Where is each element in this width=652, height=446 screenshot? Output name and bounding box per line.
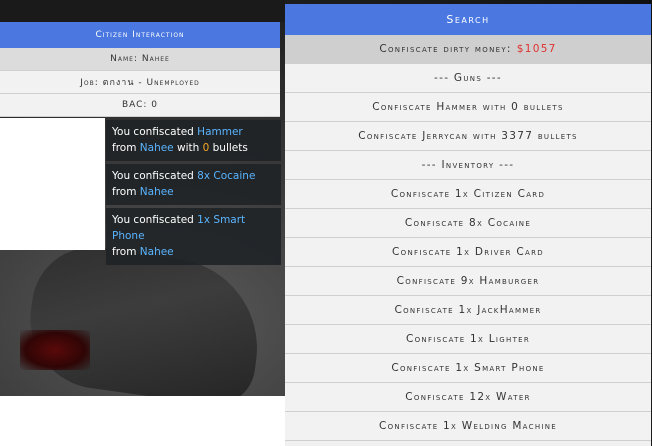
notification-item: You confiscated Hammer from Nahee with 0… [106, 120, 281, 161]
notification-item-name: Hammer [197, 126, 243, 138]
money-amount: $1057 [516, 43, 557, 55]
notification-text: from [112, 142, 140, 154]
confiscate-item[interactable]: Confiscate 1x Welding Machine [285, 412, 651, 441]
citizen-interaction-menu: Citizen Interaction Name: Nahee Job: ตกง… [0, 22, 280, 117]
confiscate-item[interactable]: Confiscate 1x Citizen Card [285, 180, 651, 209]
citizen-menu-title: Citizen Interaction [0, 22, 280, 48]
scene-top-strip [0, 0, 285, 22]
search-menu-title: Search [285, 4, 651, 35]
confiscate-money-item[interactable]: Confiscate dirty money: $1057 [285, 35, 651, 64]
search-menu: Search Confiscate dirty money: $1057 --- … [285, 4, 651, 446]
citizen-job-item[interactable]: Job: ตกงาน - Unemployed [0, 71, 280, 94]
citizen-name-item[interactable]: Name: Nahee [0, 48, 280, 71]
confiscate-item[interactable]: Confiscate 1x Lighter [285, 325, 651, 354]
confiscate-item[interactable]: Confiscate Jerrycan with 3377 bullets [285, 122, 651, 151]
money-label: Confiscate dirty money: [379, 43, 512, 55]
blood-pool [20, 330, 90, 370]
notification-target-name: Nahee [139, 142, 174, 154]
confiscate-item[interactable]: Confiscate 9x Hamburger [285, 267, 651, 296]
confiscate-item[interactable]: Confiscate 1x Driver Card [285, 238, 651, 267]
notification-target-name: Nahee [139, 246, 174, 258]
confiscate-item[interactable]: Confiscate Hammer with 0 bullets [285, 93, 651, 122]
notification-text: You confiscated [112, 170, 198, 182]
notification-item: You confiscated 8x Cocaine from Nahee [106, 164, 281, 205]
confiscate-item[interactable]: Confiscate 1x Smart Phone [285, 354, 651, 383]
section-header-guns: --- Guns --- [285, 64, 651, 93]
scene-blank-area [0, 118, 105, 250]
notification-item-name: 8x Cocaine [197, 170, 256, 182]
notification-feed: You confiscated Hammer from Nahee with 0… [106, 120, 281, 268]
confiscate-item[interactable]: Confiscate 1x JackHammer [285, 296, 651, 325]
section-header-inventory: --- Inventory --- [285, 151, 651, 180]
confiscate-item[interactable]: Confiscate 8x Cocaine [285, 209, 651, 238]
notification-text: You confiscated [112, 126, 198, 138]
notification-text: with [173, 142, 203, 154]
notification-text: from [112, 186, 140, 198]
notification-target-name: Nahee [139, 186, 174, 198]
scene-blank-area-bottom [0, 396, 290, 446]
citizen-bac-item[interactable]: BAC: 0 [0, 94, 280, 117]
notification-text: You confiscated [112, 214, 198, 226]
notification-item: You confiscated 1x Smart Phone from Nahe… [106, 208, 281, 265]
notification-text: from [112, 246, 140, 258]
confiscate-item[interactable]: Confiscate 12x Water [285, 383, 651, 412]
notification-text: bullets [209, 142, 248, 154]
